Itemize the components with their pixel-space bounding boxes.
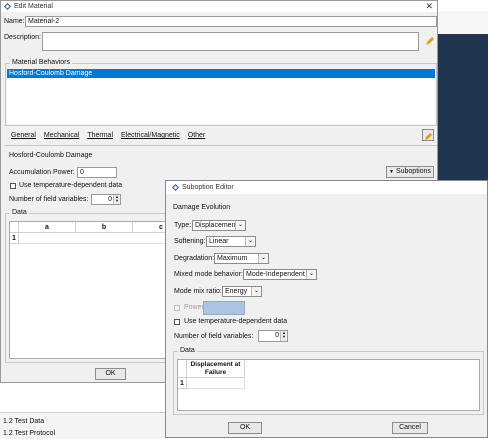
chevron-down-icon: ⌄ [251, 287, 261, 296]
edit-pencil-icon[interactable] [425, 36, 435, 48]
chevron-down-icon: ⌄ [235, 221, 245, 230]
description-label: Description: [4, 34, 41, 41]
name-label: Name: [4, 18, 25, 25]
sub-temp-dependent-checkbox[interactable] [174, 319, 180, 325]
menu-other[interactable]: Other [188, 132, 206, 142]
sub-data-group-label: Data [178, 347, 197, 354]
background-tree-panel: 1.2 Test Data 1.2 Test Protocol [0, 412, 165, 439]
data-group-label: Data [10, 209, 29, 216]
field-variables-spinner[interactable]: 0 ▲ ▼ [91, 194, 121, 205]
power-input[interactable] [203, 301, 245, 315]
mode-mix-value: Energy [225, 288, 248, 295]
row-header[interactable]: 1 [10, 233, 19, 244]
edit-material-ok-button[interactable]: OK [95, 368, 126, 380]
table-cell[interactable] [187, 378, 245, 389]
spinner-arrows-icon[interactable]: ▲ ▼ [113, 195, 120, 204]
pencil-icon [425, 132, 433, 144]
type-label: Type: [174, 222, 192, 229]
suboption-editor-titlebar[interactable]: Suboption Editor [166, 181, 487, 194]
sub-field-variables-spinner[interactable]: 0 ▲ ▼ [258, 330, 288, 342]
type-combo[interactable]: Displacement ⌄ [192, 220, 246, 231]
power-checkbox[interactable] [174, 305, 180, 311]
degradation-combo[interactable]: Maximum ⌄ [214, 253, 269, 264]
degradation-label: Degradation: [174, 255, 215, 262]
chevron-down-icon: ⌄ [245, 237, 255, 246]
edit-material-titlebar[interactable]: Edit Material ✕ [1, 1, 437, 12]
behaviors-list[interactable]: Hosford-Coulomb Damage [7, 69, 435, 124]
softening-combo[interactable]: Linear ⌄ [206, 236, 256, 247]
suboption-cancel-button[interactable]: Cancel [392, 422, 428, 434]
mixed-mode-label: Mixed mode behavior: [174, 271, 243, 278]
sub-field-variables-value: 0 [275, 332, 279, 339]
name-input[interactable]: Material-2 [25, 16, 437, 27]
abaqus-logo-icon [4, 3, 11, 10]
material-behaviors-group: Material Behaviors Hosford-Coulomb Damag… [5, 59, 437, 126]
suboptions-button[interactable]: ▼ Suboptions [386, 166, 434, 178]
suboptions-label: Suboptions [395, 168, 431, 175]
section-title: Hosford-Coulomb Damage [9, 152, 93, 159]
edit-material-title: Edit Material [14, 3, 53, 10]
sub-data-group: Data Displacement at Failure 1 [173, 347, 484, 415]
degradation-value: Maximum [217, 255, 248, 262]
chevron-down-icon: ⌄ [306, 270, 316, 279]
type-value: Displacement [195, 222, 238, 229]
chevron-down-icon: ⌄ [258, 254, 268, 263]
mode-mix-combo[interactable]: Energy ⌄ [222, 286, 262, 297]
menu-mechanical[interactable]: Mechanical [44, 132, 79, 142]
field-variables-label: Number of field variables: [9, 196, 89, 203]
sub-data-table[interactable]: Displacement at Failure 1 [177, 359, 480, 411]
column-header-b[interactable]: b [76, 222, 133, 233]
sub-temp-dependent-label: Use temperature-dependent data [184, 318, 288, 325]
description-input[interactable] [42, 32, 419, 51]
column-header-displacement[interactable]: Displacement at Failure [187, 360, 245, 378]
row-header[interactable]: 1 [178, 378, 187, 389]
field-variables-value: 0 [108, 196, 112, 203]
menu-electrical-magnetic[interactable]: Electrical/Magnetic [121, 132, 180, 142]
softening-label: Softening: [174, 238, 206, 245]
temp-dependent-checkbox[interactable] [10, 183, 16, 189]
material-behaviors-label: Material Behaviors [10, 59, 72, 66]
suboption-editor-title: Suboption Editor [182, 184, 234, 191]
menu-general[interactable]: General [11, 132, 36, 142]
dropdown-arrow-icon: ▼ [389, 169, 394, 175]
app-background-strip [438, 11, 488, 34]
menu-thermal[interactable]: Thermal [87, 132, 113, 142]
tree-item-test-protocol[interactable]: 1.2 Test Protocol [3, 430, 55, 437]
accumulation-power-input[interactable]: 0 [77, 167, 117, 178]
mode-mix-label: Mode mix ratio: [174, 288, 222, 295]
spinner-arrows-icon[interactable]: ▲ ▼ [280, 331, 287, 341]
tree-item-test-data[interactable]: 1.2 Test Data [3, 418, 44, 425]
edit-behavior-button[interactable] [422, 129, 434, 141]
close-icon[interactable]: ✕ [425, 1, 433, 12]
table-corner [178, 360, 187, 378]
mixed-mode-value: Mode-Independent [246, 271, 305, 278]
accumulation-power-label: Accumulation Power: [9, 169, 75, 176]
suboption-editor-dialog: Suboption Editor Damage Evolution Type: … [165, 180, 488, 438]
menu-divider [5, 145, 437, 146]
abaqus-logo-icon [172, 184, 179, 191]
temp-dependent-label: Use temperature-dependent data [19, 182, 123, 189]
damage-evolution-title: Damage Evolution [173, 204, 231, 211]
column-header-a[interactable]: a [19, 222, 76, 233]
sub-field-variables-label: Number of field variables: [174, 333, 254, 340]
behavior-item-selected[interactable]: Hosford-Coulomb Damage [7, 69, 435, 78]
table-corner [10, 222, 19, 233]
suboption-ok-button[interactable]: OK [228, 422, 262, 434]
softening-value: Linear [209, 238, 229, 245]
mixed-mode-combo[interactable]: Mode-Independent ⌄ [243, 269, 317, 280]
behavior-menu-bar: General Mechanical Thermal Electrical/Ma… [11, 132, 431, 142]
